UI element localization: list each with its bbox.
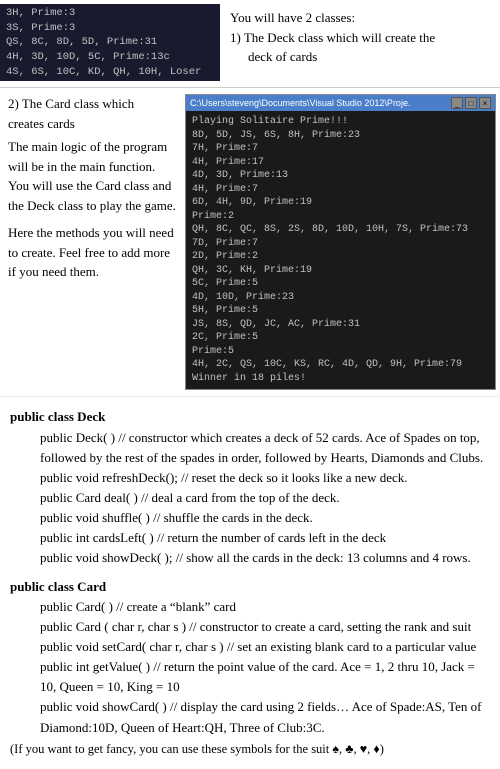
code-snippet: 3H, Prime:3 3S, Prime:3 QS, 8C, 8D, 5D, … [6, 6, 214, 79]
main-logic-para: The main logic of the program will be in… [8, 137, 177, 215]
window-title-bar: C:\Users\steveng\Documents\Visual Studio… [186, 95, 495, 111]
card-method-4: public void showCard( ) // display the c… [40, 697, 490, 737]
deck-method-4: public int cardsLeft( ) // return the nu… [40, 528, 490, 548]
code-snippet-box: 3H, Prime:3 3S, Prime:3 QS, 8C, 8D, 5D, … [0, 4, 220, 81]
close-button[interactable]: × [479, 97, 491, 109]
card-method-1: public Card ( char r, char s ) // constr… [40, 617, 490, 637]
console-output: Playing Solitaire Prime!!! 8D, 5D, JS, 6… [186, 111, 495, 389]
window-title-text: C:\Users\steveng\Documents\Visual Studio… [190, 98, 410, 108]
main-content: public class Deck public Deck( ) // cons… [0, 397, 500, 769]
top-section: 3H, Prime:3 3S, Prime:3 QS, 8C, 8D, 5D, … [0, 0, 500, 88]
card-method-5: (If you want to get fancy, you can use t… [10, 740, 490, 759]
card-class-block: public class Card public Card( ) // crea… [10, 577, 490, 760]
console-window: C:\Users\steveng\Documents\Visual Studio… [185, 94, 496, 390]
deck-method-3: public void shuffle( ) // shuffle the ca… [40, 508, 490, 528]
card-method-3: public int getValue( ) // return the poi… [40, 657, 490, 697]
intro-text: You will have 2 classes: [230, 8, 490, 28]
section-two-left: 2) The Card class which creates cards Th… [0, 94, 185, 390]
minimize-button[interactable]: _ [451, 97, 463, 109]
top-intro: You will have 2 classes: 1) The Deck cla… [220, 4, 500, 81]
item1-text: 1) The Deck class which will create the [230, 28, 490, 48]
deck-class-header: public class Deck [10, 407, 490, 427]
deck-class-block: public class Deck public Deck( ) // cons… [10, 407, 490, 568]
maximize-button[interactable]: □ [465, 97, 477, 109]
card-class-line2: creates cards [8, 116, 75, 131]
deck-method-5: public void showDeck( ); // show all the… [40, 548, 490, 568]
deck-method-2: public Card deal( ) // deal a card from … [40, 488, 490, 508]
card-class-intro: 2) The Card class which creates cards [8, 94, 177, 133]
methods-intro-para: Here the methods you will need to create… [8, 223, 177, 282]
deck-method-0: public Deck( ) // constructor which crea… [40, 428, 490, 468]
item1b-text: deck of cards [248, 47, 490, 67]
card-class-header: public class Card [10, 577, 490, 597]
section-two: 2) The Card class which creates cards Th… [0, 88, 500, 397]
deck-method-1: public void refreshDeck(); // reset the … [40, 468, 490, 488]
card-method-2: public void setCard( char r, char s ) //… [40, 637, 490, 657]
card-method-0: public Card( ) // create a “blank” card [40, 597, 490, 617]
card-class-line1: 2) The Card class which [8, 96, 134, 111]
window-control-buttons[interactable]: _ □ × [451, 97, 491, 109]
